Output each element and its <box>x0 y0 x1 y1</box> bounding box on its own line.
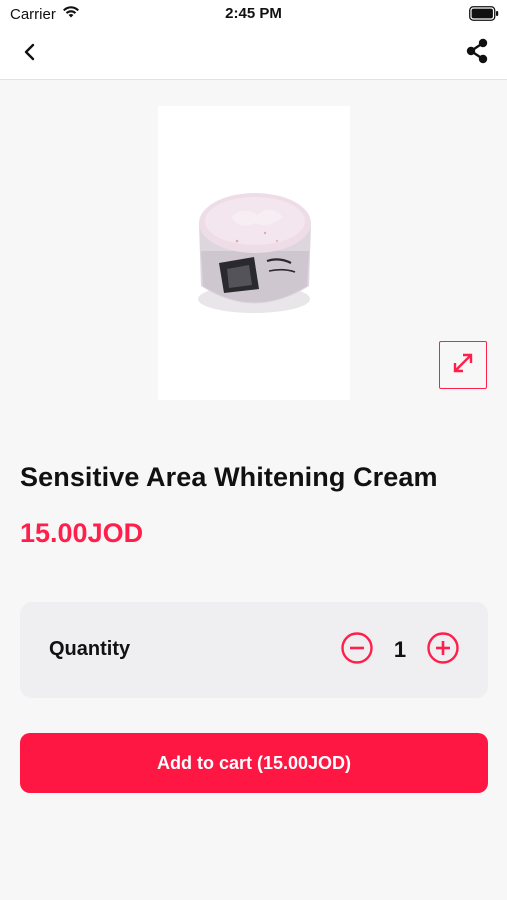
share-button[interactable] <box>459 36 495 70</box>
expand-image-button[interactable] <box>439 341 487 389</box>
status-bar: Carrier 2:45 PM <box>0 0 507 28</box>
product-price: 15.00JOD <box>20 518 144 548</box>
status-time: 2:45 PM <box>225 5 282 22</box>
minus-circle-icon <box>340 631 374 670</box>
product-image[interactable] <box>158 106 350 400</box>
quantity-stepper: 1 <box>340 631 460 670</box>
plus-circle-icon <box>426 631 460 670</box>
nav-bar <box>0 28 507 80</box>
product-title: Sensitive Area Whitening Cream <box>20 462 438 492</box>
share-icon <box>464 37 490 70</box>
decrement-button[interactable] <box>340 631 374 670</box>
chevron-left-icon <box>23 43 37 66</box>
expand-icon <box>450 350 476 381</box>
quantity-label: Quantity <box>49 638 131 660</box>
add-to-cart-button[interactable]: Add to cart (15.00JOD) <box>20 733 488 793</box>
back-button[interactable] <box>12 38 48 70</box>
increment-button[interactable] <box>426 631 460 670</box>
cream-jar-image <box>179 171 329 336</box>
battery-icon <box>469 6 499 25</box>
quantity-card: Quantity 1 <box>20 602 488 698</box>
quantity-value: 1 <box>393 637 407 662</box>
